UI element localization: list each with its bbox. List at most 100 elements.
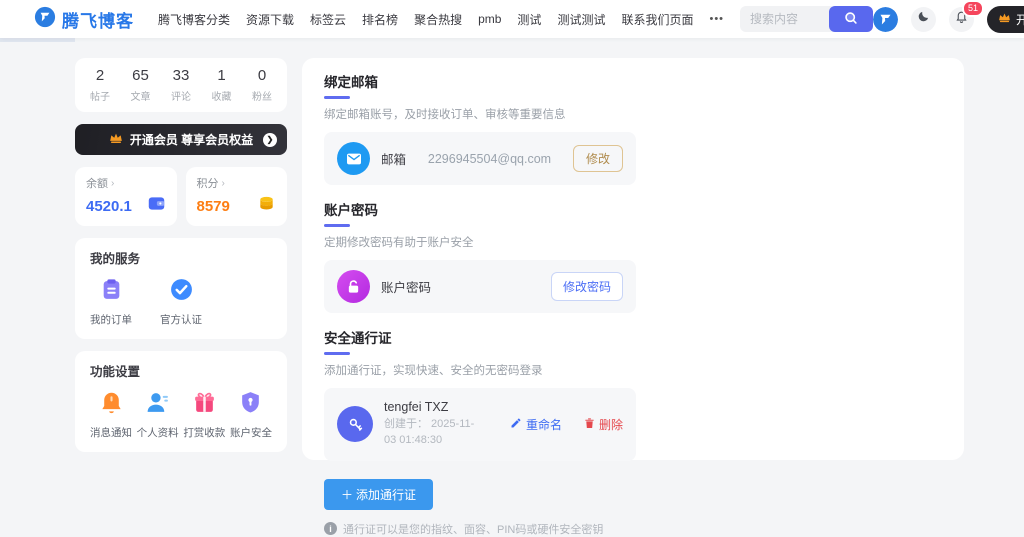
stat-label: 粉丝 (252, 88, 272, 103)
passkey-row: tengfei TXZ 创建于： 2025-11-03 01:48:30 重命名 (324, 388, 636, 461)
stat-favorites[interactable]: 1 收藏 (212, 67, 232, 103)
chevron-right-icon: › (222, 178, 225, 189)
menu-item-hot-search[interactable]: 聚合热搜 (414, 11, 462, 28)
menu-item-categories[interactable]: 腾飞博客分类 (158, 11, 230, 28)
setting-label: 消息通知 (90, 425, 132, 440)
balance-card[interactable]: 余额 › 4520.1 (75, 167, 177, 226)
stat-value: 33 (171, 67, 191, 84)
stat-value: 2 (90, 67, 110, 84)
brand-logo-icon (34, 6, 56, 33)
scroll-progress-bar (0, 38, 75, 42)
balance-value: 4520.1 (86, 198, 132, 215)
open-vip-button[interactable]: 开通会员 (987, 6, 1024, 33)
feature-settings-card: 功能设置 消息通知 个人资料 (75, 351, 287, 452)
brand[interactable]: 腾飞博客 (34, 6, 134, 33)
section-title: 绑定邮箱 (324, 71, 942, 91)
setting-label: 打赏收款 (183, 425, 225, 440)
my-services-card: 我的服务 我的订单 官方认证 (75, 238, 287, 339)
sidebar: 2 帖子 65 文章 33 评论 1 收藏 0 粉丝 (75, 58, 287, 460)
more-menu-icon[interactable]: ••• (709, 13, 724, 25)
rename-passkey-button[interactable]: 重命名 (510, 416, 562, 433)
dark-mode-toggle[interactable] (911, 7, 936, 32)
chevron-right-icon: › (111, 178, 114, 189)
section-title: 账户密码 (324, 199, 942, 219)
passkey-name: tengfei TXZ (384, 400, 486, 414)
navbar-right: 51 开通会员 (873, 6, 1024, 33)
service-label: 官方认证 (160, 312, 202, 327)
menu-item-contact[interactable]: 联系我们页面 (621, 11, 693, 28)
account-security-panel: 绑定邮箱 绑定邮箱账号，及时接收订单、审核等重要信息 邮箱 2296945504… (302, 58, 964, 460)
verified-check-icon (169, 277, 194, 307)
menu-item-downloads[interactable]: 资源下载 (246, 11, 294, 28)
setting-label: 账户安全 (230, 425, 272, 440)
crown-icon (109, 132, 123, 147)
open-vip-label: 开通会员 (1016, 11, 1024, 28)
setting-notifications[interactable]: 消息通知 (90, 390, 132, 440)
notifications-button[interactable]: 51 (949, 7, 974, 32)
passkey-actions: 重命名 删除 (510, 416, 623, 433)
lock-icon (337, 270, 370, 303)
section-desc: 添加通行证，实现快速、安全的无密码登录 (324, 362, 942, 378)
setting-profile[interactable]: 个人资料 (137, 390, 179, 440)
rename-label: 重命名 (526, 416, 562, 433)
service-my-orders[interactable]: 我的订单 (90, 277, 132, 327)
crown-icon (998, 12, 1011, 26)
passkey-section: 安全通行证 添加通行证，实现快速、安全的无密码登录 tengfei TXZ 创建… (324, 327, 942, 537)
email-value: 2296945504@qq.com (406, 152, 573, 166)
password-row-label: 账户密码 (381, 277, 431, 296)
stat-label: 评论 (171, 88, 191, 103)
service-label: 我的订单 (90, 312, 132, 327)
menu-item-test[interactable]: 测试 (517, 11, 541, 28)
top-navbar: 腾飞博客 腾飞博客分类 资源下载 标签云 排名榜 聚合热搜 pmb 测试 测试测… (0, 0, 1024, 38)
info-icon: i (324, 522, 337, 535)
search-bar (740, 6, 873, 32)
chevron-right-icon: ❯ (263, 133, 277, 147)
menu-item-ranking[interactable]: 排名榜 (362, 11, 398, 28)
menu-item-pmb[interactable]: pmb (478, 12, 501, 26)
title-underline (324, 96, 350, 99)
add-passkey-button[interactable]: ＋ 添加通行证 (324, 479, 433, 510)
clipboard-icon (99, 277, 124, 307)
stat-label: 文章 (131, 88, 151, 103)
stat-posts[interactable]: 2 帖子 (90, 67, 110, 103)
setting-account-security[interactable]: 账户安全 (230, 390, 272, 440)
passkey-note-text: 通行证可以是您的指纹、面容、PIN码或硬件安全密钥 (343, 521, 603, 537)
services-title: 我的服务 (90, 248, 272, 267)
service-official-verify[interactable]: 官方认证 (160, 277, 202, 327)
main-menu: 腾飞博客分类 资源下载 标签云 排名榜 聚合热搜 pmb 测试 测试测试 联系我… (158, 11, 724, 28)
user-avatar[interactable] (873, 7, 898, 32)
person-icon (145, 390, 170, 420)
bell-icon (99, 390, 124, 420)
brand-name: 腾飞博客 (62, 7, 134, 32)
mail-icon (337, 142, 370, 175)
stat-followers[interactable]: 0 粉丝 (252, 67, 272, 103)
moon-icon (917, 10, 930, 28)
edit-email-button[interactable]: 修改 (573, 145, 623, 172)
wallet-points-row: 余额 › 4520.1 积分 › 8579 (75, 167, 287, 226)
section-desc: 绑定邮箱账号，及时接收订单、审核等重要信息 (324, 106, 942, 122)
menu-item-tags[interactable]: 标签云 (310, 11, 346, 28)
wallet-icon (147, 195, 166, 217)
trash-icon (584, 417, 595, 432)
user-stats-card: 2 帖子 65 文章 33 评论 1 收藏 0 粉丝 (75, 58, 287, 112)
email-row: 邮箱 2296945504@qq.com 修改 (324, 132, 636, 185)
stat-label: 帖子 (90, 88, 110, 103)
settings-title: 功能设置 (90, 361, 272, 380)
account-password-section: 账户密码 定期修改密码有助于账户安全 账户密码 修改密码 (324, 199, 942, 313)
search-button[interactable] (829, 6, 873, 32)
points-card[interactable]: 积分 › 8579 (186, 167, 288, 226)
section-title: 安全通行证 (324, 327, 942, 347)
plus-icon: ＋ (341, 486, 353, 503)
passkey-info: tengfei TXZ 创建于： 2025-11-03 01:48:30 (384, 400, 486, 449)
menu-item-test2[interactable]: 测试测试 (557, 11, 605, 28)
stat-articles[interactable]: 65 文章 (131, 67, 151, 103)
search-input[interactable] (740, 6, 832, 32)
delete-passkey-button[interactable]: 删除 (584, 416, 623, 433)
stat-comments[interactable]: 33 评论 (171, 67, 191, 103)
setting-reward-payment[interactable]: 打赏收款 (183, 390, 225, 440)
change-password-button[interactable]: 修改密码 (551, 272, 623, 301)
vip-upgrade-banner[interactable]: 开通会员 尊享会员权益 ❯ (75, 124, 287, 155)
balance-label: 余额 (86, 175, 108, 191)
password-row: 账户密码 修改密码 (324, 260, 636, 313)
vip-banner-text: 开通会员 尊享会员权益 (130, 131, 253, 148)
